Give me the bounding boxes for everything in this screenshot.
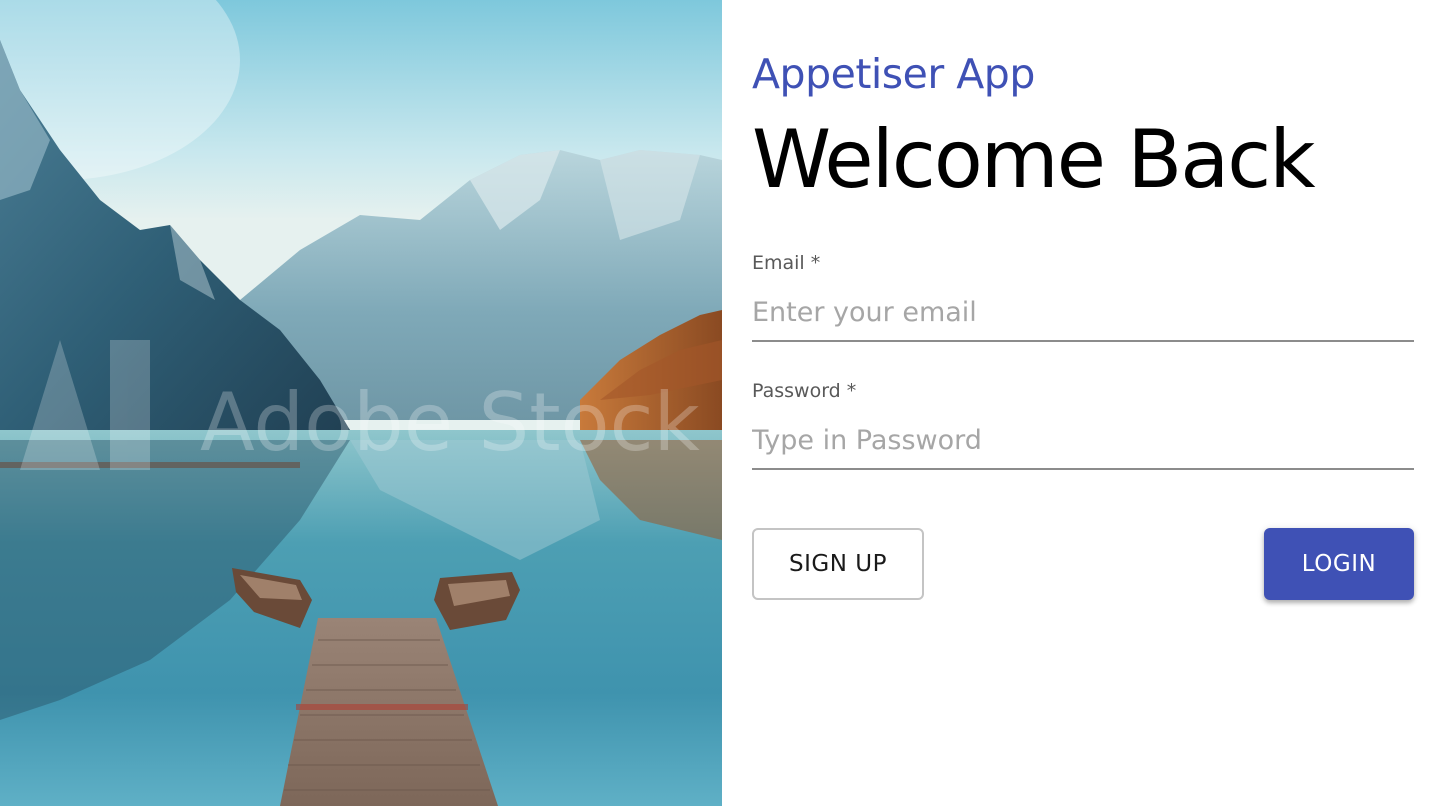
mountain-lake-illustration: Adobe Stock [0,0,722,806]
login-page: Adobe Stock Appetiser App Welcome Back E… [0,0,1444,806]
password-field-group: Password * [752,378,1414,470]
email-label: Email * [752,252,821,274]
password-label: Password * [752,380,857,402]
password-input[interactable] [752,418,1414,470]
sign-up-button[interactable]: SIGN UP [752,528,924,600]
email-field-group: Email * [752,250,1414,342]
login-panel: Appetiser App Welcome Back Email * Passw… [752,0,1414,806]
app-name: Appetiser App [752,50,1035,98]
page-title: Welcome Back [752,113,1316,206]
watermark-text: Adobe Stock [200,376,701,469]
hero-image: Adobe Stock [0,0,722,806]
email-input[interactable] [752,290,1414,342]
login-button[interactable]: LOGIN [1264,528,1414,600]
